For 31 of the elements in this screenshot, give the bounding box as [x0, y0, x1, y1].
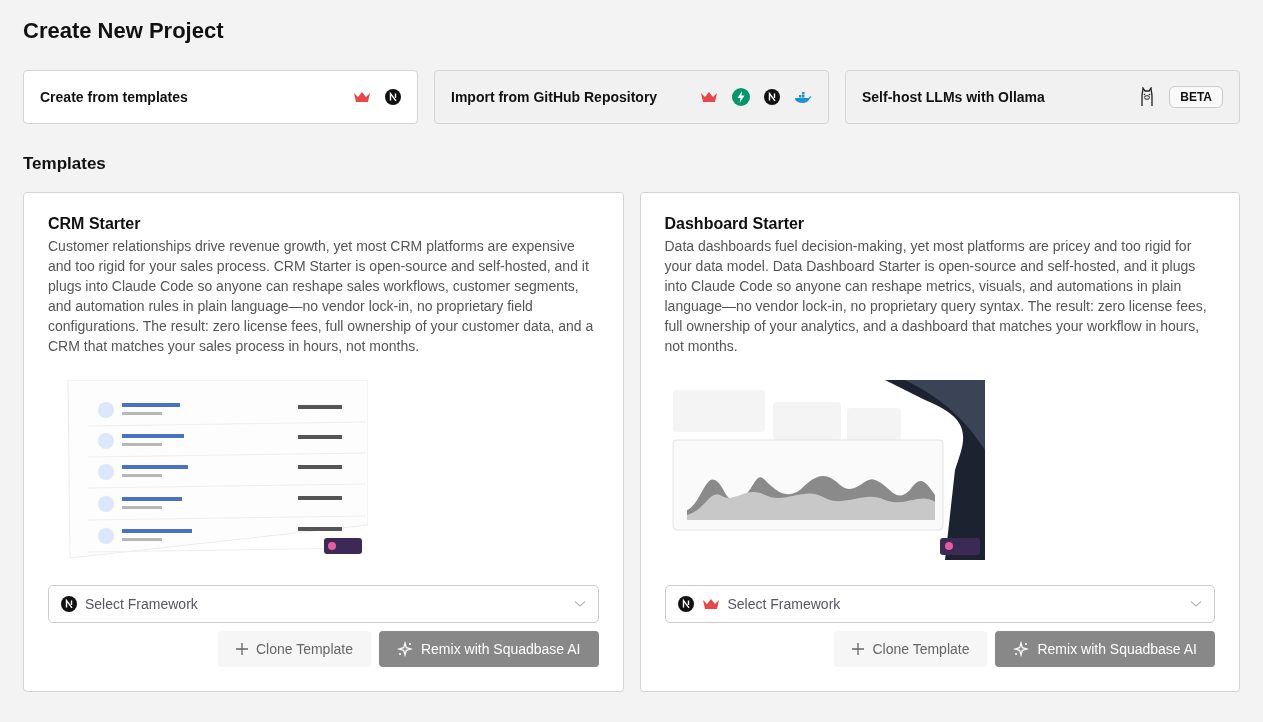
beta-badge: BETA — [1169, 86, 1223, 108]
crown-icon — [701, 598, 720, 610]
template-description: Data dashboards fuel decision-making, yet most platforms are pricey and too rigid for your data model. Data Dashboard Starter is open-source and self-hosted, and it plugs into Claude Code so anyone can reshape metrics, visuals, and automations in plain language—no vendor lock-in, no proprietary query syntax. The result: zero license fees, full ownership of your analytics, and a dashboard that matches your workflow in hours, not months. — [664, 237, 1208, 356]
framework-select[interactable]: Select Framework — [48, 585, 599, 623]
whale-icon — [794, 90, 812, 104]
sparkles-icon — [1013, 641, 1030, 657]
monogram-icon — [61, 596, 77, 612]
chevron-down-icon — [573, 600, 586, 608]
monogram-icon — [677, 596, 694, 612]
option-card[interactable]: Import from GitHub Repository — [434, 70, 829, 124]
template-title: CRM Starter — [48, 215, 142, 233]
template-title: Dashboard Starter — [664, 215, 806, 233]
bolt-icon — [732, 88, 750, 106]
page-title: Create New Project — [23, 17, 225, 45]
sparkles-icon — [396, 641, 413, 657]
plus-icon — [235, 643, 248, 655]
monogram-icon — [385, 89, 401, 105]
crown-icon — [700, 91, 718, 103]
option-card[interactable]: Create from templates — [23, 70, 418, 124]
template-description: Customer relationships drive revenue growth, yet most CRM platforms are expensive and too rigid for your sales process. CRM Starter is open-source and self-hosted, and it plugs into Claude Code so anyone can reshape sales workflows, customer segments, and automation rules in plain language—no vendor lock-in, no proprietary field configurations. The result: zero license fees, full ownership of your customer data, and a CRM that matches your sales process in hours, not months. — [48, 237, 595, 356]
framework-select[interactable]: Select Framework — [664, 585, 1215, 623]
crown-icon — [353, 91, 371, 103]
option-label: Create from templates — [40, 89, 189, 105]
llama-icon — [1139, 87, 1156, 107]
section-title: Templates — [23, 154, 107, 174]
option-label: Import from GitHub Repository — [451, 89, 659, 105]
monogram-icon — [764, 89, 780, 105]
plus-icon — [852, 643, 865, 655]
option-card[interactable]: Self-host LLMs with Ollama BETA — [845, 70, 1240, 124]
option-label: Self-host LLMs with Ollama — [862, 89, 1046, 105]
chevron-down-icon — [1190, 600, 1202, 608]
